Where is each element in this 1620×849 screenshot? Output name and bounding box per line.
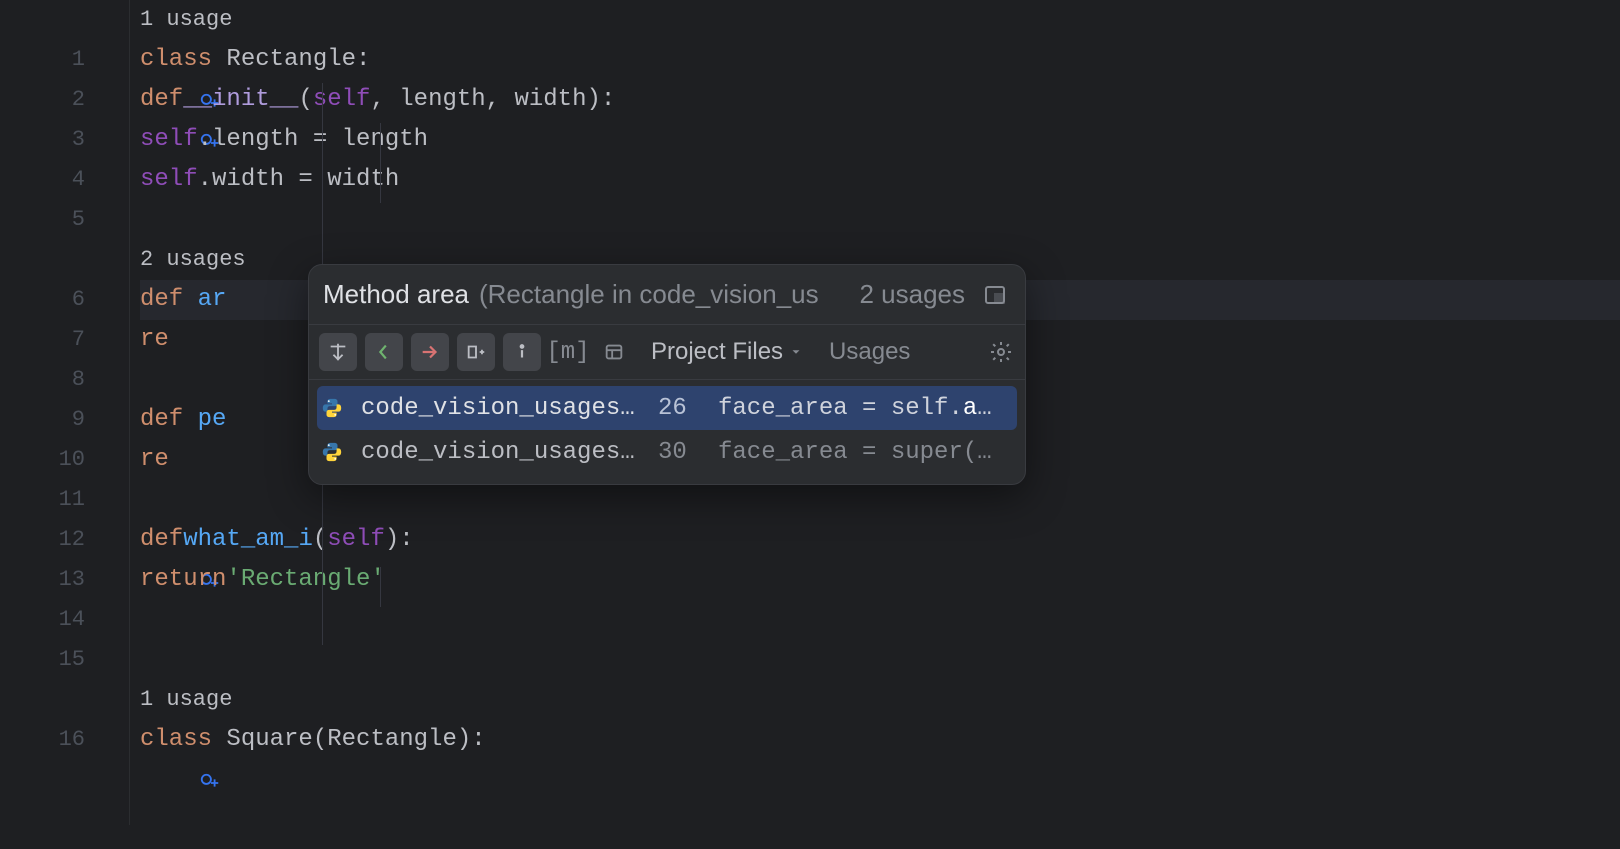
gutter-line[interactable]: 10 [0, 440, 119, 480]
gutter-line[interactable]: 1 [0, 40, 119, 80]
python-file-icon [321, 441, 343, 463]
usages-tab[interactable]: Usages [829, 338, 910, 366]
gutter-line[interactable]: 3 [0, 120, 119, 160]
gutter-line[interactable]: 6 [0, 280, 119, 320]
code-line[interactable]: def what_am_i(self): [140, 520, 1620, 560]
gutter-line[interactable]: 11 [0, 480, 119, 520]
gutter-line[interactable]: 12 [0, 520, 119, 560]
gutter-line[interactable]: 2 [0, 80, 119, 120]
code-line[interactable] [140, 480, 1620, 520]
settings-icon[interactable] [989, 340, 1013, 364]
gutter-line[interactable]: 13 [0, 560, 119, 600]
chevron-down-icon [789, 345, 803, 359]
code-line[interactable] [140, 200, 1620, 240]
expand-all-button[interactable] [319, 333, 357, 371]
code-line[interactable] [140, 640, 1620, 680]
results-list: code_vision_usages.py 26 face_area = sel… [309, 380, 1025, 484]
result-filename: code_vision_usages.py [361, 439, 646, 466]
result-snippet: face_area = self.area() [718, 395, 1003, 422]
open-in-toolwindow-icon[interactable] [983, 283, 1007, 307]
gutter-line[interactable] [0, 680, 119, 720]
popup-usage-count: 2 usages [859, 279, 965, 310]
override-icon[interactable] [93, 49, 115, 71]
code-line[interactable]: return 'Rectangle' [140, 560, 1620, 600]
code-line[interactable] [140, 600, 1620, 640]
result-snippet: face_area = super().area( [718, 439, 1003, 466]
inlay-usage-hint[interactable]: 1 usage [140, 0, 1620, 40]
popup-location: (Rectangle in code_vision_us [479, 279, 849, 310]
override-icon[interactable] [93, 529, 115, 551]
prev-occurrence-button[interactable] [365, 333, 403, 371]
gutter-line [0, 0, 119, 40]
override-icon[interactable] [93, 729, 115, 751]
gutter-line[interactable] [0, 240, 119, 280]
code-line[interactable]: class Square(Rectangle): [140, 720, 1620, 760]
gutter-line[interactable]: 5 [0, 200, 119, 240]
usages-popup: Method area (Rectangle in code_vision_us… [308, 264, 1026, 485]
gutter-line[interactable]: 7 [0, 320, 119, 360]
gutter-line[interactable]: 8 [0, 360, 119, 400]
override-icon[interactable] [93, 89, 115, 111]
info-button[interactable] [503, 333, 541, 371]
code-line[interactable]: self.length = length [140, 120, 1620, 160]
gutter: 1 2 3 4 5 6 7 8 9 10 11 12 13 14 15 16 [0, 0, 130, 825]
preview-button[interactable] [595, 333, 633, 371]
gutter-line[interactable]: 14 [0, 600, 119, 640]
inlay-usage-hint[interactable]: 1 usage [140, 680, 1620, 720]
usage-result[interactable]: code_vision_usages.py 26 face_area = sel… [317, 386, 1017, 430]
filter-method-button[interactable]: [m] [549, 333, 587, 371]
gutter-line[interactable]: 9 [0, 400, 119, 440]
usage-result[interactable]: code_vision_usages.py 30 face_area = sup… [317, 430, 1017, 474]
gutter-line[interactable]: 4 [0, 160, 119, 200]
popup-toolbar: [m] Project Files Usages [309, 325, 1025, 380]
result-filename: code_vision_usages.py [361, 395, 646, 422]
result-line-number: 26 [658, 395, 706, 422]
scope-dropdown[interactable]: Project Files [651, 338, 803, 366]
code-line[interactable]: def __init__(self, length, width): [140, 80, 1620, 120]
popup-header: Method area (Rectangle in code_vision_us… [309, 265, 1025, 325]
popup-title: Method area [323, 279, 469, 310]
code-line[interactable]: self.width = width [140, 160, 1620, 200]
gutter-line[interactable]: 15 [0, 640, 119, 680]
new-session-button[interactable] [457, 333, 495, 371]
code-line[interactable]: class Rectangle: [140, 40, 1620, 80]
result-line-number: 30 [658, 439, 706, 466]
python-file-icon [321, 397, 343, 419]
next-occurrence-button[interactable] [411, 333, 449, 371]
gutter-line[interactable]: 16 [0, 720, 119, 760]
